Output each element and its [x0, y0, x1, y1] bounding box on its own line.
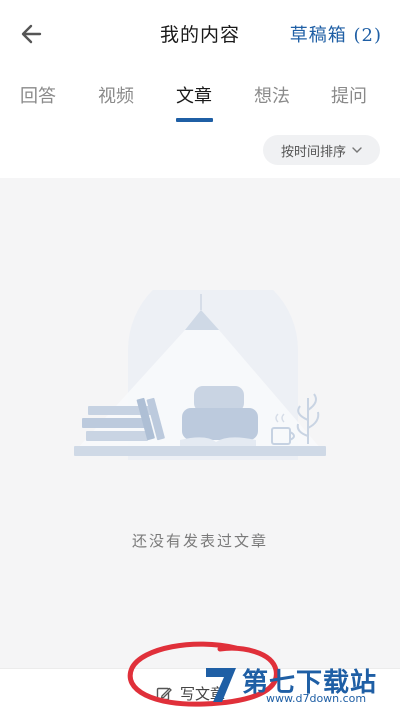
empty-desk-illustration — [74, 290, 326, 460]
drafts-button[interactable]: 草稿箱 (2) — [290, 21, 382, 47]
content-tabs: 回答 视频 文章 想法 提问 — [0, 68, 400, 123]
tab-thoughts[interactable]: 想法 — [242, 82, 302, 108]
chevron-down-icon — [352, 147, 362, 153]
sort-bar: 按时间排序 — [0, 122, 400, 178]
tab-articles[interactable]: 文章 — [164, 82, 224, 108]
empty-message: 还没有发表过文章 — [131, 532, 268, 550]
bottom-bar: 写文章 — [0, 668, 400, 712]
top-bar: 我的内容 草稿箱 (2) — [0, 0, 400, 68]
sort-label: 按时间排序 — [280, 144, 346, 160]
edit-icon — [156, 687, 172, 700]
write-article-button[interactable]: 写文章 — [156, 683, 225, 704]
tab-videos[interactable]: 视频 — [86, 82, 146, 108]
tab-answers[interactable]: 回答 — [8, 82, 68, 108]
sort-dropdown[interactable]: 按时间排序 — [263, 135, 380, 165]
tab-questions[interactable]: 提问 — [319, 82, 379, 108]
write-article-label: 写文章 — [180, 685, 226, 703]
empty-state: 还没有发表过文章 — [0, 178, 400, 668]
